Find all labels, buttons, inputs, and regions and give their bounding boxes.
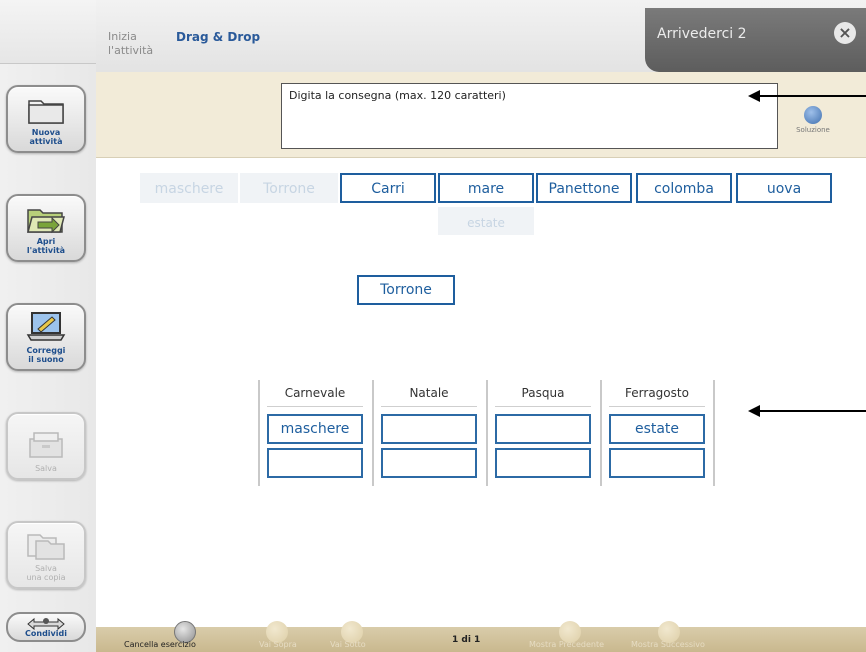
- word-bank-item[interactable]: maschere: [140, 173, 238, 203]
- activity-mode-label: Drag & Drop: [176, 30, 261, 44]
- dragged-word[interactable]: Torrone: [357, 275, 455, 305]
- header-underline: [609, 406, 705, 407]
- save-button[interactable]: Salva: [6, 412, 86, 480]
- instruction-input[interactable]: Digita la consegna (max. 120 caratteri): [281, 83, 778, 149]
- column-divider: [486, 380, 488, 486]
- callout-arrow-instructions: [748, 90, 866, 102]
- drop-slot[interactable]: [381, 448, 477, 478]
- close-icon[interactable]: ×: [834, 22, 856, 44]
- folder-icon: [28, 100, 64, 124]
- category-header: Natale: [409, 386, 449, 400]
- word-bank-item[interactable]: Carri: [340, 173, 436, 203]
- laptop-pencil-icon: [26, 312, 66, 341]
- wrench-icon: [804, 106, 822, 124]
- clear-exercise-label: Cancella esercizio: [124, 640, 196, 649]
- bottom-toolbar: Cancella esercizio Vai Sopra Vai Sotto 1…: [96, 621, 866, 652]
- show-previous-label: Mostra Precedente: [529, 640, 605, 649]
- word-bank-item[interactable]: Panettone: [536, 173, 632, 203]
- correct-sound-button[interactable]: Correggi il suono: [6, 303, 86, 371]
- start-activity-link[interactable]: Inizia l'attività: [108, 30, 153, 58]
- header-underline: [495, 406, 591, 407]
- title-panel: Arrivederci 2 ×: [645, 8, 866, 72]
- move-up-label: Vai Sopra: [259, 640, 297, 649]
- open-folder-icon: [27, 209, 65, 234]
- column-divider: [372, 380, 374, 486]
- share-button[interactable]: Condividi: [6, 612, 86, 642]
- save-copy-label: Salva una copia: [26, 564, 66, 582]
- category-header: Ferragosto: [625, 386, 689, 400]
- drop-slot[interactable]: [609, 448, 705, 478]
- save-label: Salva: [35, 464, 57, 473]
- category-header: Pasqua: [521, 386, 565, 400]
- drop-slot[interactable]: [267, 448, 363, 478]
- show-next-label: Mostra Successivo: [631, 640, 705, 649]
- sidebar-top: [0, 0, 96, 64]
- save-drawer-icon: [29, 432, 63, 458]
- open-activity-label: Apri l'attività: [26, 237, 66, 255]
- category-header: Carnevale: [284, 386, 346, 400]
- sidebar: Nuova attività Apri l'attività Correggi il …: [0, 0, 96, 652]
- correct-sound-label: Correggi il suono: [26, 346, 66, 364]
- instruction-band: Digita la consegna (max. 120 caratteri) …: [96, 72, 866, 158]
- column-divider: [600, 380, 602, 486]
- move-down-label: Vai Sotto: [330, 640, 366, 649]
- column-divider: [258, 380, 260, 486]
- word-bank-item[interactable]: Torrone: [240, 173, 338, 203]
- column-divider: [713, 380, 715, 486]
- word-bank-item[interactable]: estate: [438, 207, 534, 235]
- header-underline: [381, 406, 477, 407]
- open-activity-button[interactable]: Apri l'attività: [6, 194, 86, 262]
- share-label: Condividi: [25, 628, 67, 638]
- word-bank-item[interactable]: uova: [736, 173, 832, 203]
- page-indicator: 1 di 1: [452, 635, 481, 645]
- header-underline: [267, 406, 363, 407]
- drop-slot[interactable]: estate: [609, 414, 705, 444]
- activity-title: Arrivederci 2: [657, 26, 747, 42]
- save-copy-icon: [27, 534, 65, 560]
- solution-button[interactable]: Soluzione: [788, 106, 838, 134]
- new-activity-label: Nuova attività: [29, 128, 63, 146]
- drop-slot[interactable]: [381, 414, 477, 444]
- callout-arrow-categories: [748, 405, 866, 417]
- new-activity-button[interactable]: Nuova attività: [6, 85, 86, 153]
- header: Inizia l'attività Drag & Drop Arrivederci…: [96, 0, 866, 72]
- drop-slot[interactable]: [495, 448, 591, 478]
- word-bank-item[interactable]: mare: [438, 173, 534, 203]
- word-bank-item[interactable]: colomba: [636, 173, 732, 203]
- drop-slot[interactable]: maschere: [267, 414, 363, 444]
- solution-label: Soluzione: [796, 126, 830, 134]
- drop-slot[interactable]: [495, 414, 591, 444]
- save-copy-button[interactable]: Salva una copia: [6, 521, 86, 589]
